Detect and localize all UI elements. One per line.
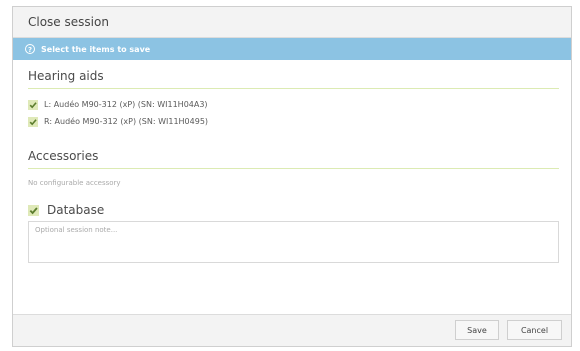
- hearing-aid-left-label: L: Audéo M90-312 (xP) (SN: WI11H04A3): [44, 100, 208, 109]
- save-button[interactable]: Save: [455, 320, 499, 340]
- dialog-title: Close session: [28, 15, 109, 29]
- dialog-footer: Save Cancel: [13, 314, 571, 346]
- checkmark-icon: [29, 118, 37, 125]
- info-icon: ?: [25, 44, 35, 54]
- hearing-aid-right-checkbox[interactable]: [28, 116, 38, 127]
- cancel-button[interactable]: Cancel: [507, 320, 562, 340]
- hearing-aids-section-title: Hearing aids: [28, 69, 559, 89]
- hearing-aid-left-row[interactable]: L: Audéo M90-312 (xP) (SN: WI11H04A3): [28, 96, 571, 113]
- dialog-titlebar: Close session: [13, 7, 571, 38]
- hearing-aid-right-label: R: Audéo M90-312 (xP) (SN: WI11H0495): [44, 117, 209, 126]
- no-accessory-text: No configurable accessory: [28, 179, 121, 187]
- hearing-aid-right-row[interactable]: R: Audéo M90-312 (xP) (SN: WI11H0495): [28, 113, 571, 130]
- info-banner: ? Select the items to save: [13, 38, 571, 60]
- close-session-dialog: Close session ? Select the items to save…: [12, 6, 572, 347]
- checkmark-icon: [29, 206, 38, 214]
- hearing-aid-left-checkbox[interactable]: [28, 99, 38, 110]
- checkmark-icon: [29, 101, 37, 108]
- database-checkbox[interactable]: [28, 204, 39, 216]
- database-label: Database: [47, 203, 105, 217]
- accessories-section-title: Accessories: [28, 149, 559, 169]
- session-note-input[interactable]: Optional session note...: [28, 221, 559, 263]
- database-row[interactable]: Database: [28, 203, 571, 217]
- banner-text: Select the items to save: [41, 44, 151, 54]
